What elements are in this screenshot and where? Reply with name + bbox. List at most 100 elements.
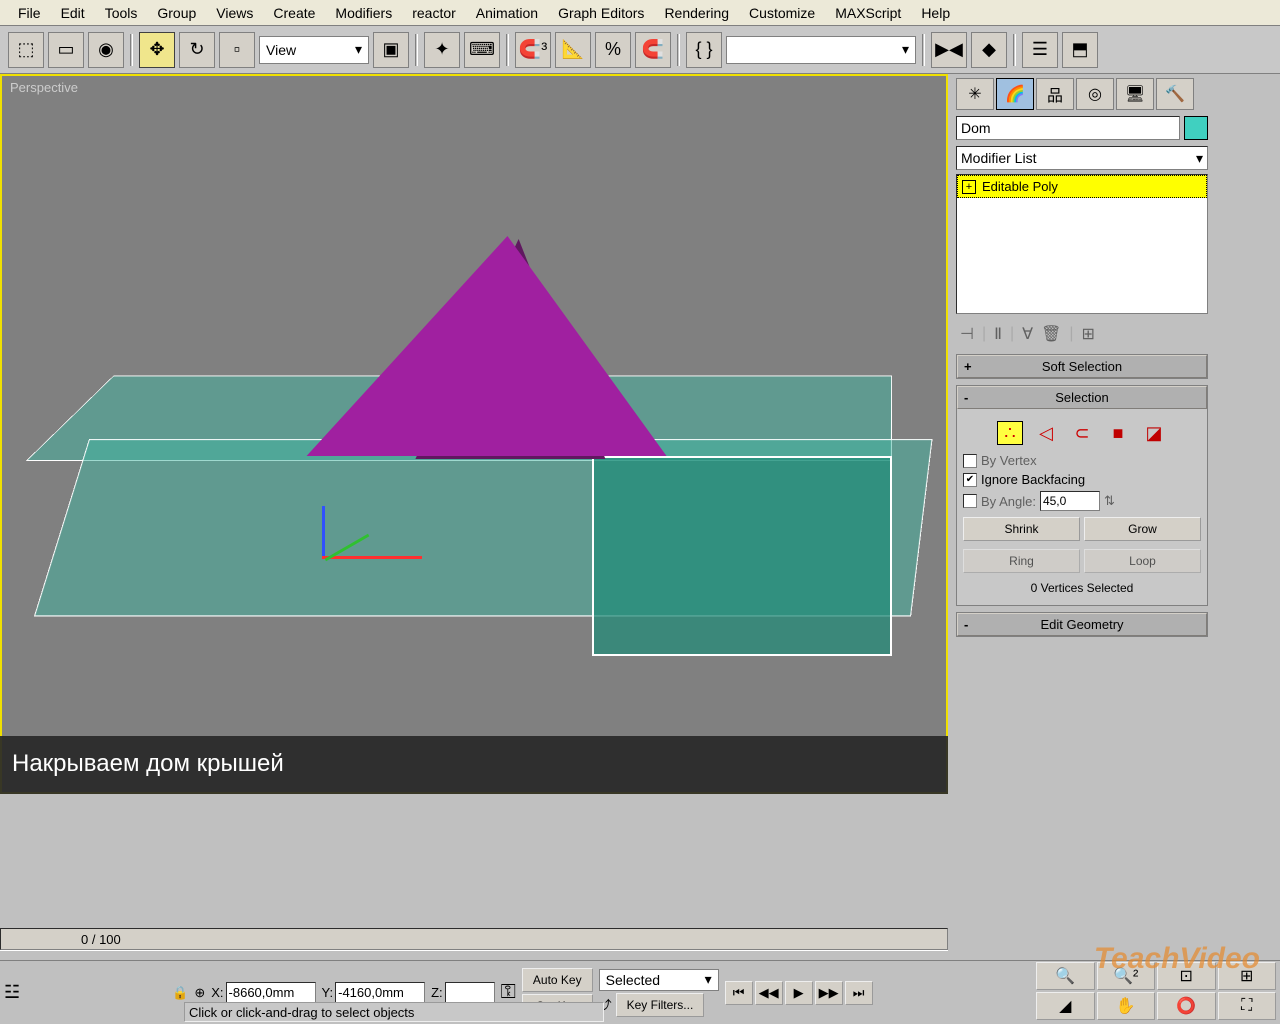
- menu-animation[interactable]: Animation: [466, 1, 548, 25]
- snap-3d-icon[interactable]: 🧲³: [515, 32, 551, 68]
- key-filters-button[interactable]: Key Filters...: [616, 993, 705, 1017]
- curve-editor-icon[interactable]: ⬒: [1062, 32, 1098, 68]
- snap-spinner-icon[interactable]: 🧲: [635, 32, 671, 68]
- goto-start-icon[interactable]: ⏮: [725, 981, 753, 1005]
- prev-frame-icon[interactable]: ◀◀: [755, 981, 783, 1005]
- manipulate-icon[interactable]: ✦: [424, 32, 460, 68]
- ref-coord-dropdown[interactable]: View▾: [259, 36, 369, 64]
- auto-key-button[interactable]: Auto Key: [522, 968, 593, 992]
- maxscript-mini-icon[interactable]: ☳: [4, 982, 20, 1003]
- named-selection-icon[interactable]: { }: [686, 32, 722, 68]
- snap-percent-icon[interactable]: %: [595, 32, 631, 68]
- main-toolbar: ⬚ ▭ ◉ ✥ ↻ ▫ View▾ ▣ ✦ ⌨ 🧲³ 📐 % 🧲 { } ▾ ▶…: [0, 26, 1280, 74]
- rollout-soft-selection[interactable]: +Soft Selection: [957, 355, 1207, 378]
- video-caption: Накрываем дом крышей: [0, 736, 948, 794]
- abs-rel-icon[interactable]: ⊕: [194, 985, 205, 1001]
- subobj-border-icon[interactable]: ⊂: [1069, 421, 1095, 445]
- rollout-edit-geometry[interactable]: -Edit Geometry: [957, 613, 1207, 636]
- z-input[interactable]: [445, 982, 495, 1004]
- spinner-icon[interactable]: ⇅: [1104, 493, 1115, 509]
- select-object-icon[interactable]: ◉: [88, 32, 124, 68]
- select-region-icon[interactable]: ▭: [48, 32, 84, 68]
- lock-icon[interactable]: 🔒: [172, 985, 188, 1001]
- keyboard-icon[interactable]: ⌨: [464, 32, 500, 68]
- x-input[interactable]: [226, 982, 316, 1004]
- menu-rendering[interactable]: Rendering: [654, 1, 739, 25]
- frame-counter: 0 / 100: [0, 928, 948, 950]
- modifier-stack[interactable]: +Editable Poly: [956, 174, 1208, 314]
- make-unique-icon[interactable]: ∀: [1022, 324, 1033, 344]
- pivot-icon[interactable]: ▣: [373, 32, 409, 68]
- min-max-toggle-icon[interactable]: ⛶: [1218, 992, 1277, 1020]
- tab-display-icon[interactable]: 🖥: [1116, 78, 1154, 110]
- rollout-selection[interactable]: -Selection: [957, 386, 1207, 409]
- pan-icon[interactable]: ✋: [1097, 992, 1156, 1020]
- fov-icon[interactable]: ◢: [1036, 992, 1095, 1020]
- subobj-vertex-icon[interactable]: ∴: [997, 421, 1023, 445]
- show-end-result-icon[interactable]: Ⅱ: [994, 324, 1002, 344]
- viewport-label: Perspective: [10, 80, 78, 95]
- object-color-swatch[interactable]: [1184, 116, 1208, 140]
- snap-angle-icon[interactable]: 📐: [555, 32, 591, 68]
- pin-stack-icon[interactable]: ⊣: [960, 324, 974, 344]
- viewport-perspective[interactable]: Perspective: [0, 74, 948, 794]
- object-name-input[interactable]: [956, 116, 1180, 140]
- tab-hierarchy-icon[interactable]: 品: [1036, 78, 1074, 110]
- menu-modifiers[interactable]: Modifiers: [325, 1, 402, 25]
- rotate-icon[interactable]: ↻: [179, 32, 215, 68]
- zoom-icon[interactable]: 🔍: [1036, 962, 1095, 990]
- select-icon[interactable]: ⬚: [8, 32, 44, 68]
- grow-button[interactable]: Grow: [1084, 517, 1201, 541]
- menu-views[interactable]: Views: [206, 1, 263, 25]
- key-filter-selected-dropdown[interactable]: Selected▾: [599, 969, 719, 991]
- tab-motion-icon[interactable]: ◎: [1076, 78, 1114, 110]
- stack-item-editable-poly[interactable]: +Editable Poly: [957, 175, 1207, 198]
- layers-icon[interactable]: ☰: [1022, 32, 1058, 68]
- subobj-element-icon[interactable]: ◪: [1141, 421, 1167, 445]
- by-angle-checkbox[interactable]: [963, 494, 977, 508]
- menu-graph-editors[interactable]: Graph Editors: [548, 1, 654, 25]
- menu-help[interactable]: Help: [911, 1, 960, 25]
- z-label: Z:: [431, 985, 443, 1000]
- menu-group[interactable]: Group: [147, 1, 206, 25]
- remove-modifier-icon[interactable]: 🗑: [1041, 324, 1061, 344]
- scene-3d: [32, 176, 912, 736]
- tab-utilities-icon[interactable]: 🔨: [1156, 78, 1194, 110]
- tab-create-icon[interactable]: ✳: [956, 78, 994, 110]
- ignore-backfacing-checkbox[interactable]: ✔: [963, 473, 977, 487]
- by-vertex-checkbox[interactable]: [963, 454, 977, 468]
- subobj-edge-icon[interactable]: ◁: [1033, 421, 1059, 445]
- play-icon[interactable]: ▶: [785, 981, 813, 1005]
- named-selection-dropdown[interactable]: ▾: [726, 36, 916, 64]
- menu-create[interactable]: Create: [263, 1, 325, 25]
- command-panel: ✳ 🌈 品 ◎ 🖥 🔨 Modifier List▾ +Editable Pol…: [952, 74, 1212, 874]
- move-icon[interactable]: ✥: [139, 32, 175, 68]
- subobj-polygon-icon[interactable]: ■: [1105, 421, 1131, 445]
- by-angle-input[interactable]: [1040, 491, 1100, 511]
- tab-modify-icon[interactable]: 🌈: [996, 78, 1034, 110]
- menu-reactor[interactable]: reactor: [402, 1, 466, 25]
- scale-icon[interactable]: ▫: [219, 32, 255, 68]
- arc-rotate-icon[interactable]: ⭕: [1157, 992, 1216, 1020]
- selection-status: 0 Vertices Selected: [963, 577, 1201, 599]
- align-icon[interactable]: ◆: [971, 32, 1007, 68]
- modifier-list-dropdown[interactable]: Modifier List▾: [956, 146, 1208, 170]
- y-label: Y:: [322, 985, 334, 1000]
- goto-end-icon[interactable]: ⏭: [845, 981, 873, 1005]
- menu-bar: File Edit Tools Group Views Create Modif…: [0, 0, 1280, 26]
- configure-sets-icon[interactable]: ⊞: [1082, 324, 1095, 344]
- next-frame-icon[interactable]: ▶▶: [815, 981, 843, 1005]
- y-input[interactable]: [335, 982, 425, 1004]
- by-angle-label: By Angle:: [981, 494, 1036, 509]
- menu-customize[interactable]: Customize: [739, 1, 825, 25]
- menu-edit[interactable]: Edit: [51, 1, 95, 25]
- ignore-backfacing-label: Ignore Backfacing: [981, 472, 1085, 487]
- transform-gizmo[interactable]: [292, 506, 352, 566]
- x-label: X:: [211, 985, 223, 1000]
- shrink-button[interactable]: Shrink: [963, 517, 1080, 541]
- mirror-icon[interactable]: ▶◀: [931, 32, 967, 68]
- menu-file[interactable]: File: [8, 1, 51, 25]
- menu-maxscript[interactable]: MAXScript: [825, 1, 911, 25]
- menu-tools[interactable]: Tools: [95, 1, 148, 25]
- key-mode-icon[interactable]: ⚿: [501, 981, 516, 1004]
